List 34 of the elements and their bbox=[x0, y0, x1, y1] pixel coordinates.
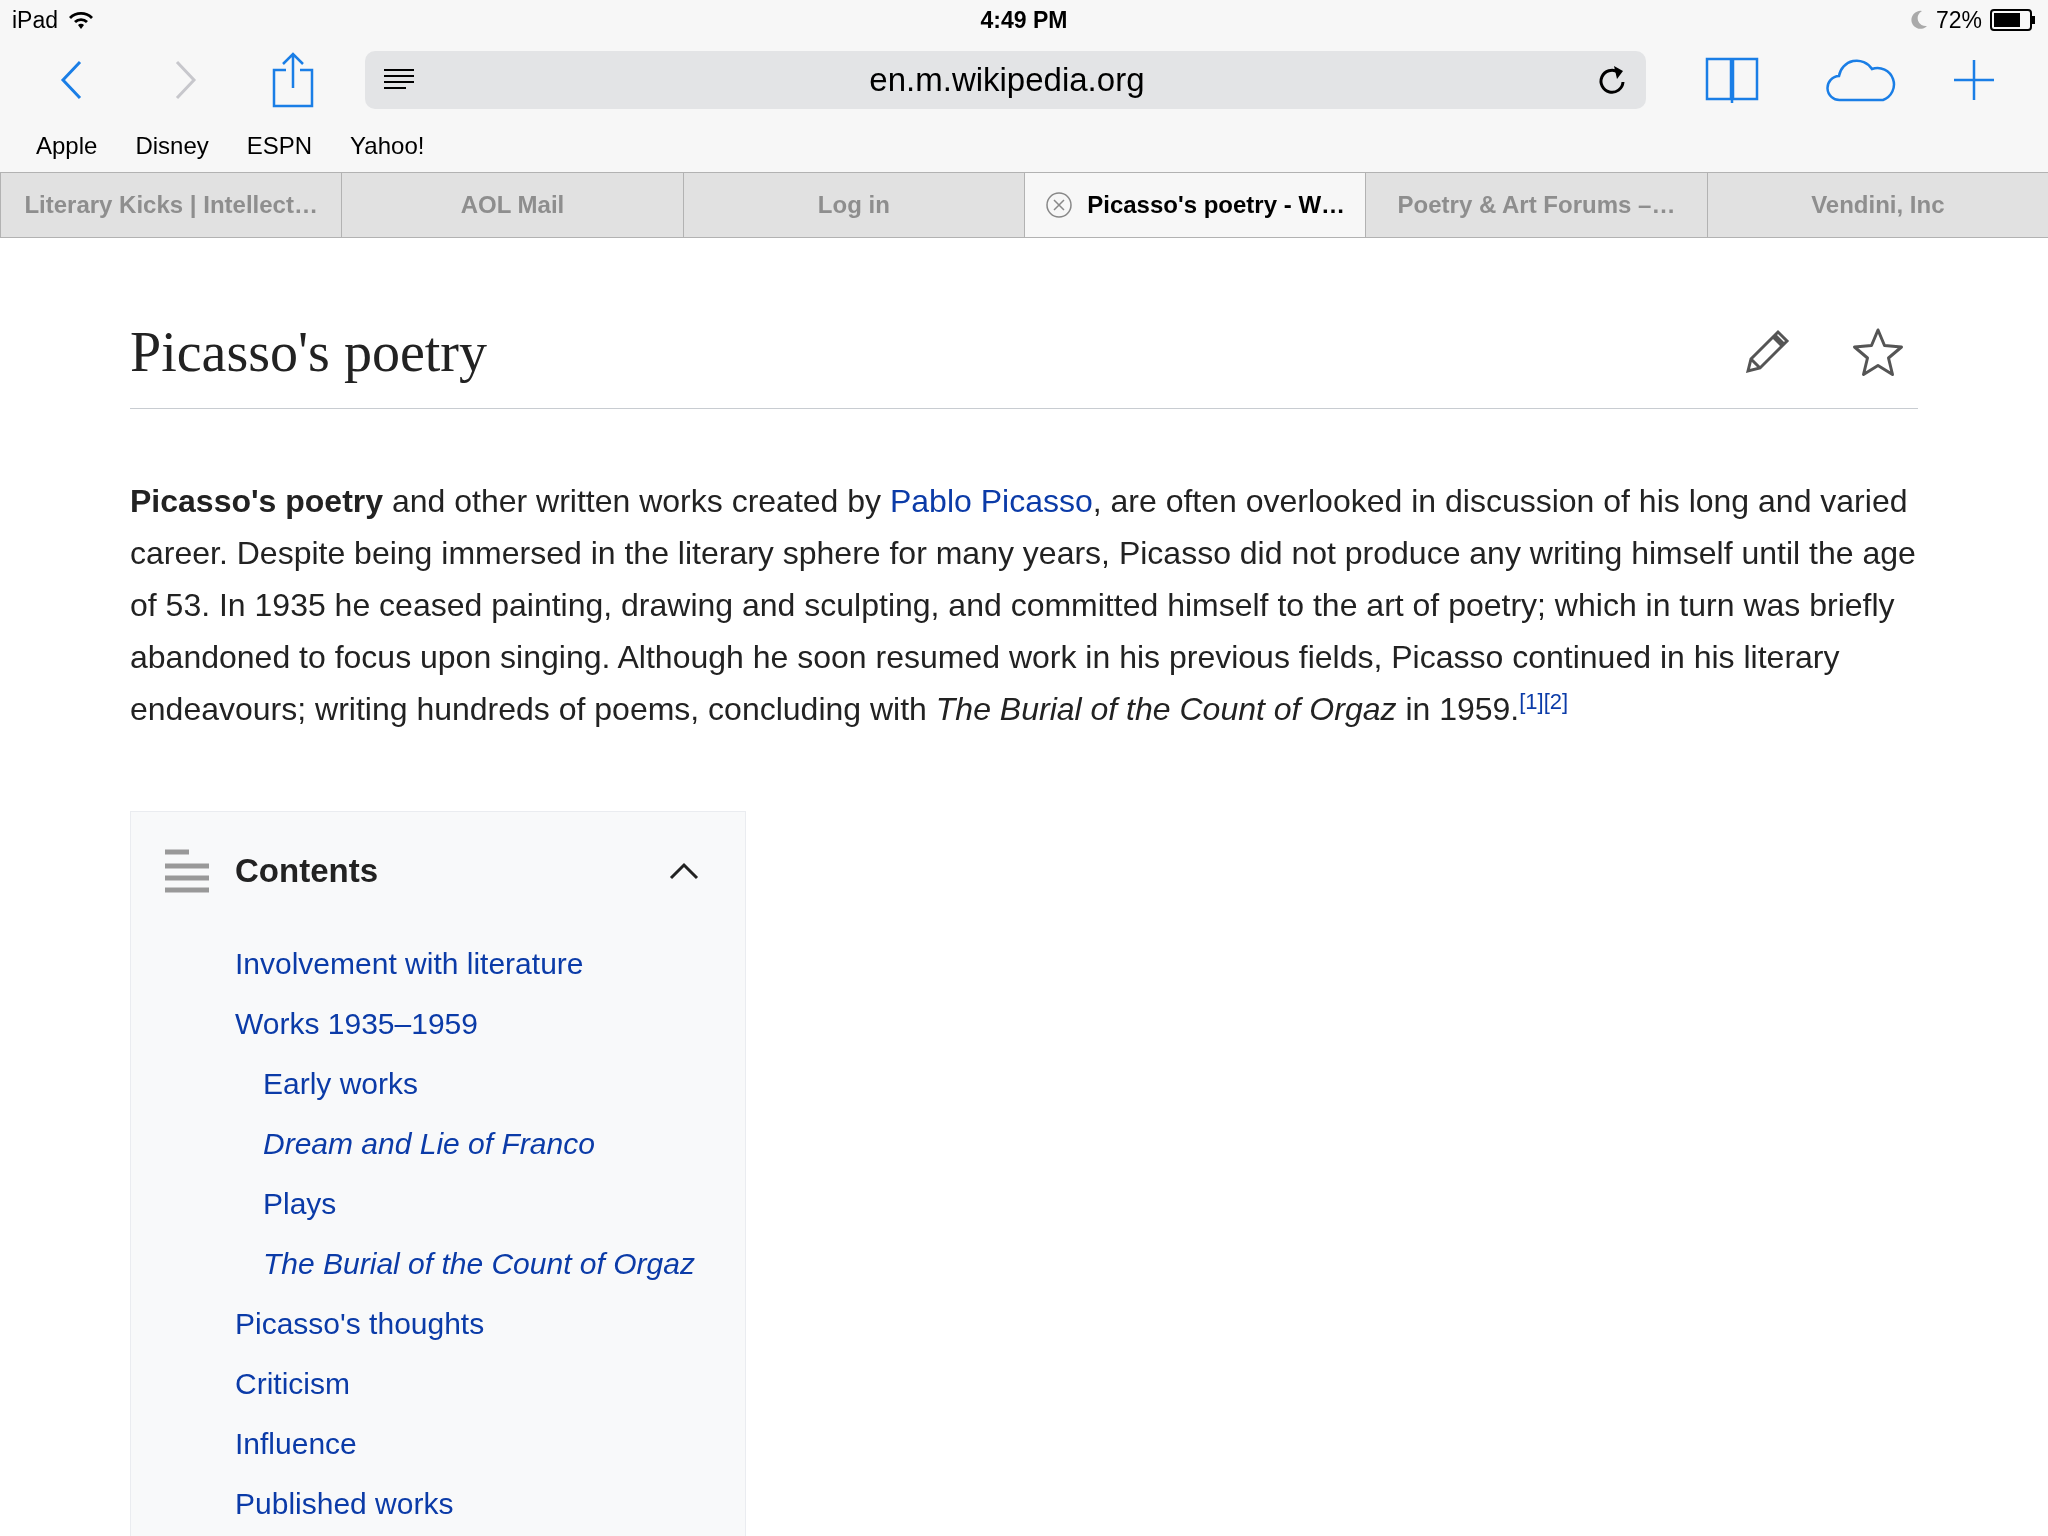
contents-title: Contents bbox=[235, 851, 378, 891]
contents-link[interactable]: Published works bbox=[235, 1483, 454, 1524]
url-text: en.m.wikipedia.org bbox=[868, 60, 1146, 101]
contents-link[interactable]: Dream and Lie of Franco bbox=[263, 1123, 595, 1164]
moon-icon bbox=[1909, 10, 1928, 30]
contents-link[interactable]: Involvement with literature bbox=[235, 943, 584, 984]
wifi-icon bbox=[68, 10, 95, 30]
contents-link[interactable]: Plays bbox=[263, 1183, 337, 1224]
contents-link[interactable]: The Burial of the Count of Orgaz bbox=[263, 1243, 695, 1284]
list-icon bbox=[165, 848, 209, 893]
article-title: Picasso's poetry bbox=[130, 320, 487, 385]
bookmark-link[interactable]: ESPN bbox=[246, 128, 313, 164]
battery-percent: 72% bbox=[1935, 5, 1982, 35]
address-bar[interactable]: en.m.wikipedia.org bbox=[365, 51, 1647, 109]
status-time: 4:49 PM bbox=[980, 5, 1068, 35]
bookmark-link[interactable]: Disney bbox=[135, 128, 209, 164]
contents-link[interactable]: Early works bbox=[263, 1063, 419, 1104]
back-icon[interactable] bbox=[60, 60, 83, 100]
citation-link[interactable]: [1][2] bbox=[1519, 689, 1569, 714]
contents-link[interactable]: Works 1935–1959 bbox=[235, 1003, 478, 1044]
bookmark-link[interactable]: Apple bbox=[36, 128, 98, 164]
star-icon[interactable] bbox=[1852, 327, 1904, 377]
intro-paragraph: Picasso's poetry and other written works created by Pablo Picasso, are often overlooked in discussion of his long and varied career. Despite being immersed in the literary sphere for many years, Picasso did not produce any writing himself until the age of 53. In 1935 he ceased painting, drawing and sculpting, and committed himself to the art of poetry; which in turn was briefly abandoned to focus upon singing. Although he soon resumed work in his previous fields, Picasso continued in his literary endeavours; writing hundreds of poems, concluding with The Burial of the Count of Orgaz in 1959.$^{[1][2]}$ bbox=[130, 482, 1917, 729]
contents-link[interactable]: Influence bbox=[235, 1423, 357, 1464]
bookmark-link[interactable]: Yahoo! bbox=[350, 128, 425, 164]
device-name: iPad bbox=[12, 5, 59, 35]
battery-icon bbox=[1990, 9, 2036, 31]
contents-link[interactable]: Criticism bbox=[235, 1363, 350, 1404]
chevron-icon[interactable] bbox=[669, 860, 699, 881]
close-tab-icon[interactable] bbox=[1045, 191, 1074, 219]
reader-icon[interactable] bbox=[383, 68, 416, 92]
contents-link[interactable]: Picasso's thoughts bbox=[235, 1303, 485, 1344]
book-icon[interactable] bbox=[1705, 56, 1760, 104]
article-link[interactable]: Pablo Picasso bbox=[889, 483, 1093, 519]
